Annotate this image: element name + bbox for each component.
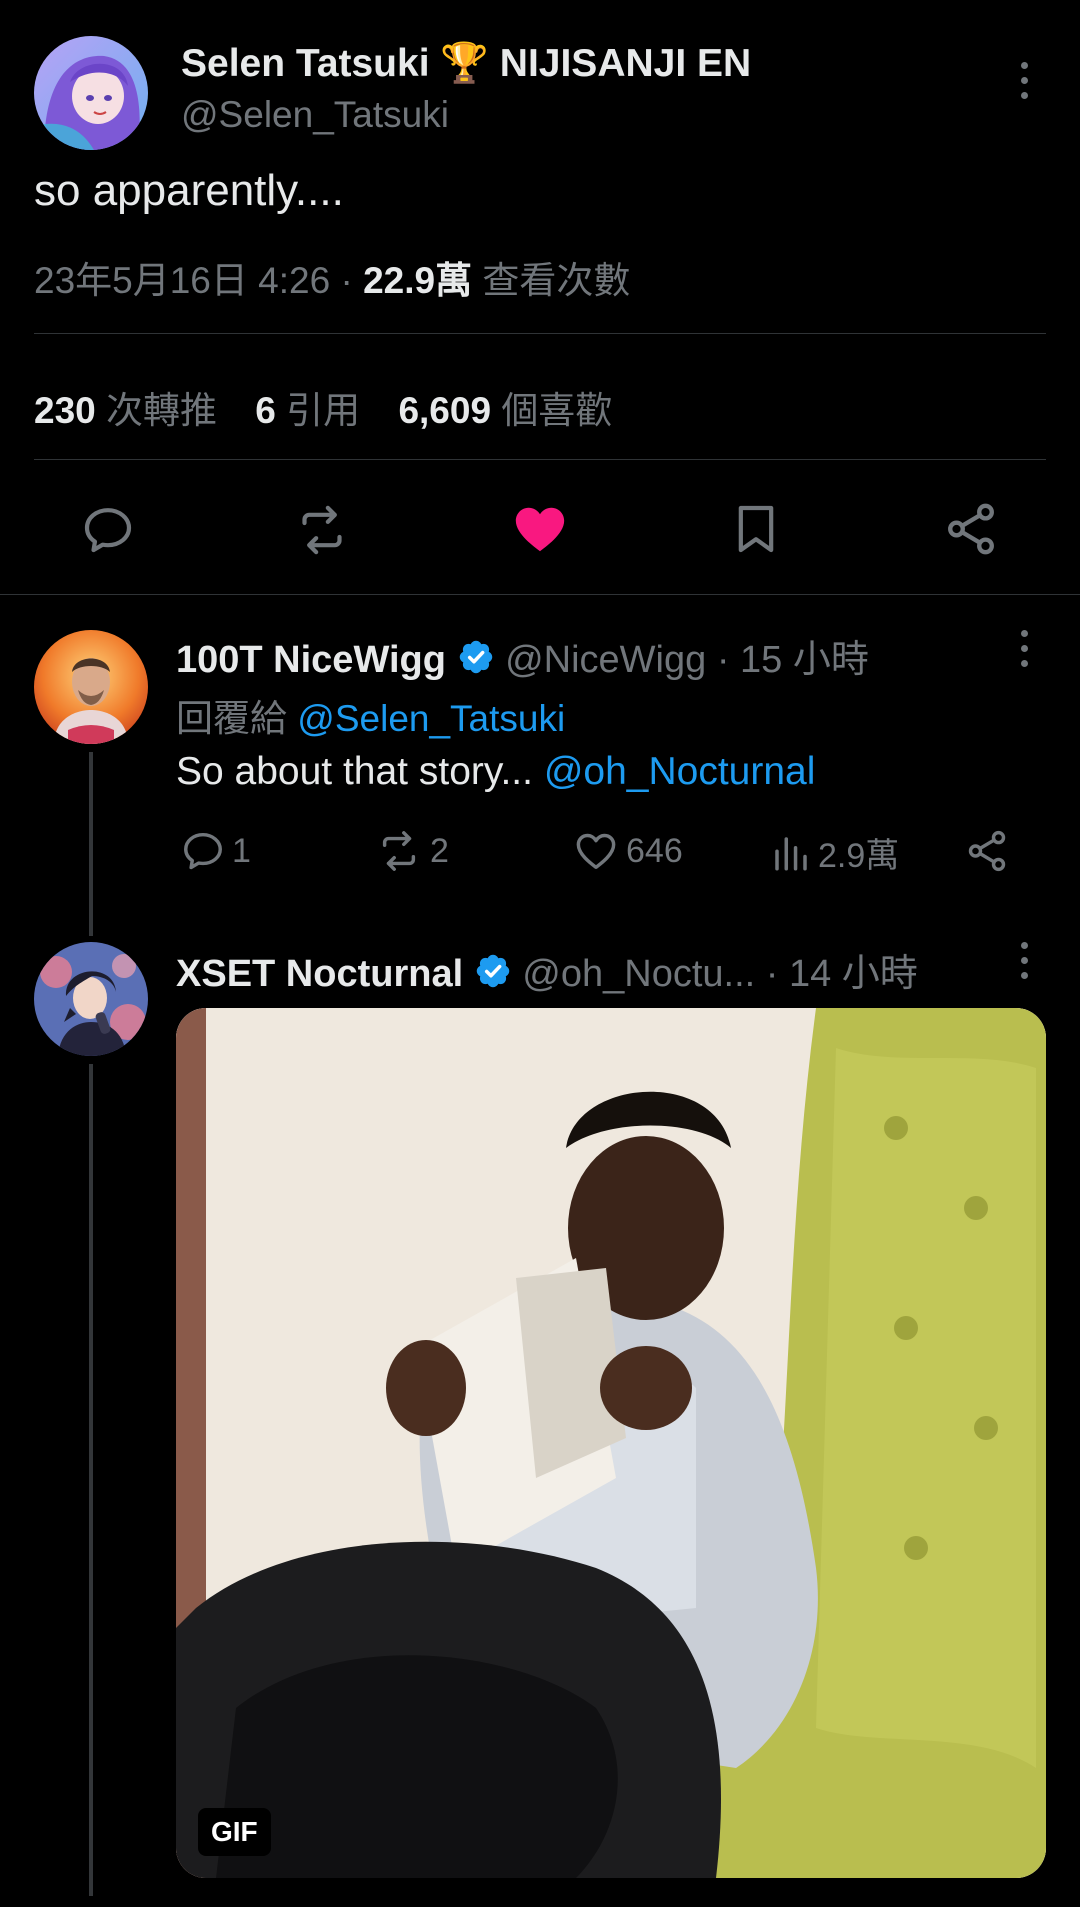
reply-header: 100T NiceWigg @NiceWigg · 15 小時 — [176, 628, 869, 686]
reply-comment-button[interactable]: 1 — [180, 828, 251, 874]
nested-author-handle[interactable]: @oh_Noctu... — [522, 953, 755, 995]
tweet-text: so apparently.... — [34, 166, 344, 215]
nested-author-name[interactable]: XSET Nocturnal — [176, 953, 463, 995]
retweets-count: 230 — [34, 390, 96, 431]
reply-views-button[interactable]: 2.9萬 — [770, 828, 899, 877]
reply-time[interactable]: · 15 小時 — [717, 639, 869, 681]
reply-to-line: 回覆給 @Selen_Tatsuki — [176, 688, 565, 742]
likes-label: 個喜歡 — [501, 390, 613, 431]
author-name-row[interactable]: Selen Tatsuki 🏆 NIJISANJI EN — [181, 40, 751, 86]
share-icon[interactable] — [964, 828, 1010, 874]
gif-badge: GIF — [198, 1808, 271, 1856]
reply-icon — [184, 832, 222, 870]
verified-icon — [457, 638, 495, 686]
quotes-count: 6 — [255, 390, 276, 431]
author-name-suffix[interactable]: NIJISANJI EN — [500, 42, 751, 85]
heart-icon — [576, 833, 616, 870]
bookmark-icon[interactable] — [728, 500, 784, 558]
reply-to-handle[interactable]: @Selen_Tatsuki — [297, 698, 565, 739]
views-icon — [775, 836, 807, 870]
gif-media[interactable]: GIF — [176, 1008, 1046, 1878]
divider — [0, 594, 1080, 595]
avatar[interactable] — [34, 630, 148, 744]
author-handle[interactable]: @Selen_Tatsuki — [181, 94, 449, 136]
reply-comment-count: 1 — [232, 831, 251, 870]
divider — [34, 333, 1046, 334]
avatar[interactable] — [34, 36, 148, 150]
heart-icon[interactable] — [510, 500, 570, 558]
likes-stat[interactable]: 6,609 個喜歡 — [398, 390, 612, 431]
more-icon[interactable] — [1012, 50, 1036, 110]
reply-views-count: 2.9萬 — [818, 837, 900, 875]
share-icon[interactable] — [942, 500, 1000, 558]
meta-separator: · — [340, 260, 353, 301]
reply-to-label: 回覆給 — [176, 698, 287, 739]
likes-count: 6,609 — [398, 390, 492, 431]
reply-mention[interactable]: @oh_Nocturnal — [544, 750, 816, 793]
tweet-stats: 230 次轉推 6 引用 6,609 個喜歡 — [34, 380, 612, 434]
tweet-date[interactable]: 23年5月16日 4:26 — [34, 260, 330, 301]
more-icon[interactable] — [1012, 618, 1036, 678]
retweets-label: 次轉推 — [106, 390, 218, 431]
retweets-stat[interactable]: 230 次轉推 — [34, 390, 227, 431]
reply-retweet-button[interactable]: 2 — [374, 828, 449, 874]
verified-icon — [474, 952, 512, 1000]
reply-like-button[interactable]: 646 — [572, 828, 683, 874]
more-icon[interactable] — [1012, 930, 1036, 990]
divider — [34, 459, 1046, 460]
quotes-label: 引用 — [286, 390, 361, 431]
views-count: 22.9萬 — [363, 260, 473, 301]
quotes-stat[interactable]: 6 引用 — [255, 390, 370, 431]
reply-author-name[interactable]: 100T NiceWigg — [176, 639, 446, 681]
retweet-icon — [382, 831, 416, 871]
gif-image — [176, 1008, 1046, 1878]
retweet-icon[interactable] — [292, 502, 352, 558]
views-label: 查看次數 — [482, 260, 631, 301]
reply-retweet-count: 2 — [430, 831, 449, 870]
tweet-meta: 23年5月16日 4:26 · 22.9萬 查看次數 — [34, 250, 630, 304]
nested-reply-time[interactable]: · 14 小時 — [766, 953, 918, 995]
reply-like-count: 646 — [626, 831, 683, 870]
thread-line — [89, 752, 93, 936]
reply-text: So about that story... @oh_Nocturnal — [176, 750, 815, 794]
author-name[interactable]: Selen Tatsuki — [181, 42, 430, 85]
thread-line — [89, 1064, 93, 1896]
nested-reply-header: XSET Nocturnal @oh_Noctu... · 14 小時 — [176, 942, 918, 1000]
reply-author-handle[interactable]: @NiceWigg — [505, 639, 706, 681]
trophy-icon: 🏆 — [440, 42, 489, 85]
reply-text-body: So about that story... — [176, 750, 533, 793]
reply-icon[interactable] — [80, 502, 136, 558]
avatar[interactable] — [34, 942, 148, 1056]
